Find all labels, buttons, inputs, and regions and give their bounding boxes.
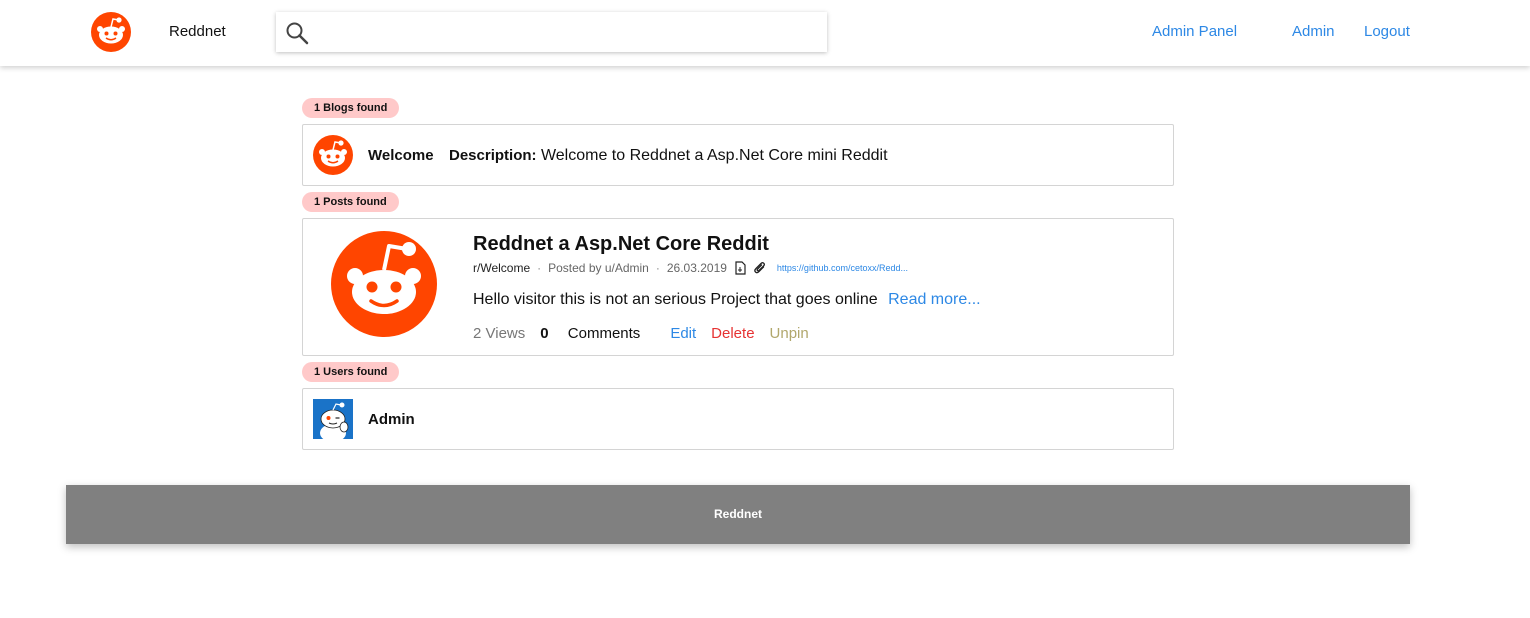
post-excerpt: Hello visitor this is not an serious Pro… <box>473 291 981 309</box>
admin-panel-link[interactable]: Admin Panel <box>1152 23 1237 40</box>
user-result-card[interactable]: Admin <box>302 388 1174 450</box>
post-meta: r/Welcome · Posted by u/Admin · 26.03.20… <box>473 261 908 275</box>
users-found-badge: 1 Users found <box>302 362 400 382</box>
description-text: Welcome to Reddnet a Asp.Net Core mini R… <box>540 147 888 164</box>
file-icon <box>735 261 746 275</box>
post-result-card: Reddnet a Asp.Net Core Reddit r/Welcome … <box>302 218 1174 356</box>
post-title[interactable]: Reddnet a Asp.Net Core Reddit <box>473 233 769 256</box>
logout-link[interactable]: Logout <box>1364 23 1410 40</box>
post-actions: 2 Views 0 Comments Edit Delete Unpin <box>473 325 824 342</box>
search-box[interactable] <box>276 12 827 52</box>
edit-button[interactable]: Edit <box>670 325 696 342</box>
post-body-text: Hello visitor this is not an serious Pro… <box>473 291 878 308</box>
reddit-logo-icon[interactable] <box>91 12 131 52</box>
footer-text: Reddnet <box>714 507 762 521</box>
navbar: Reddnet Admin Panel Admin Logout <box>0 0 1530 66</box>
brand-name[interactable]: Reddnet <box>169 23 226 40</box>
post-thumbnail-icon[interactable] <box>330 230 438 338</box>
blogs-found-badge: 1 Blogs found <box>302 98 400 118</box>
subreddit-link[interactable]: r/Welcome <box>473 261 530 275</box>
search-icon[interactable] <box>285 21 309 45</box>
user-name[interactable]: Admin <box>368 411 415 428</box>
blog-result-card[interactable]: Welcome Description: Welcome to Reddnet … <box>302 124 1174 186</box>
comments-count: 0 <box>540 325 549 342</box>
read-more-link[interactable]: Read more... <box>888 291 980 308</box>
paperclip-icon <box>754 262 765 274</box>
user-avatar <box>313 399 353 439</box>
delete-button[interactable]: Delete <box>711 325 754 342</box>
posted-by[interactable]: Posted by u/Admin <box>548 261 649 275</box>
posts-found-badge: 1 Posts found <box>302 192 399 212</box>
search-input[interactable] <box>320 18 815 46</box>
description-label: Description: <box>449 147 537 164</box>
admin-profile-link[interactable]: Admin <box>1292 23 1335 40</box>
separator-dot: · <box>537 261 542 275</box>
unpin-button[interactable]: Unpin <box>770 325 809 342</box>
comments-label: Comments <box>567 325 641 342</box>
post-date: 26.03.2019 <box>666 261 727 275</box>
blog-description: Description: Welcome to Reddnet a Asp.Ne… <box>449 147 888 165</box>
blog-name[interactable]: Welcome <box>368 147 434 164</box>
blog-logo-icon <box>313 135 353 175</box>
post-url-link[interactable]: https://github.com/cetoxx/Redd... <box>777 263 908 273</box>
comments-link[interactable]: 0 Comments <box>540 325 655 342</box>
views-count: 2 Views <box>473 325 526 342</box>
separator-dot: · <box>655 261 660 275</box>
footer: Reddnet <box>66 485 1410 544</box>
